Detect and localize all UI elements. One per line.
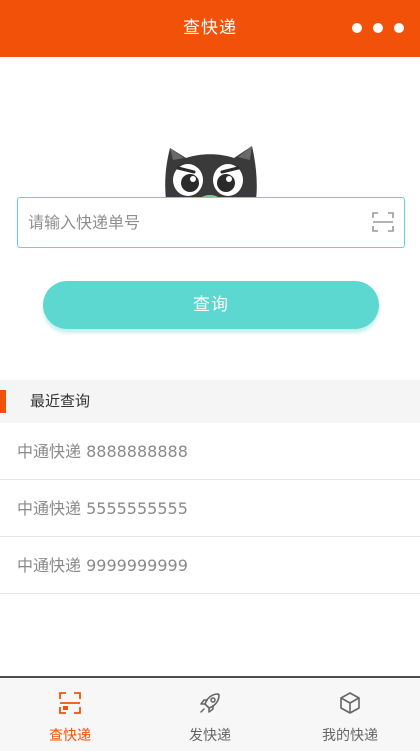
section-accent-bar <box>0 390 6 413</box>
bottom-tab-bar: 查快递 发快递 我的快递 <box>0 676 420 751</box>
scan-icon[interactable] <box>372 211 394 233</box>
tab-label: 我的快递 <box>322 728 378 744</box>
dot <box>373 23 383 33</box>
recent-query-item[interactable]: 中通快递 8888888888 <box>0 423 420 480</box>
cat-mascot-icon <box>165 146 257 200</box>
dot <box>352 23 362 33</box>
tab-label: 查快递 <box>49 728 91 744</box>
query-button[interactable]: 查询 <box>43 281 379 329</box>
recent-query-item[interactable]: 中通快递 9999999999 <box>0 537 420 594</box>
tracking-number-input[interactable] <box>28 198 358 246</box>
recent-query-item[interactable]: 中通快递 5555555555 <box>0 480 420 537</box>
tab-check-express[interactable]: 查快递 <box>0 678 140 751</box>
recent-queries-title: 最近查询 <box>30 392 91 410</box>
scan-icon <box>59 692 81 714</box>
tab-my-express[interactable]: 我的快递 <box>280 678 420 751</box>
box-icon <box>340 692 360 714</box>
tab-label: 发快递 <box>189 728 231 744</box>
recent-queries-header: 最近查询 <box>0 380 420 423</box>
rocket-icon <box>200 693 220 713</box>
more-dots-icon[interactable] <box>352 22 404 34</box>
top-navigation-bar: 查快递 <box>0 0 420 57</box>
tracking-number-search-box <box>17 197 405 248</box>
recent-queries-list: 中通快递 8888888888 中通快递 5555555555 中通快递 999… <box>0 423 420 594</box>
tab-send-express[interactable]: 发快递 <box>140 678 280 751</box>
dot <box>394 23 404 33</box>
